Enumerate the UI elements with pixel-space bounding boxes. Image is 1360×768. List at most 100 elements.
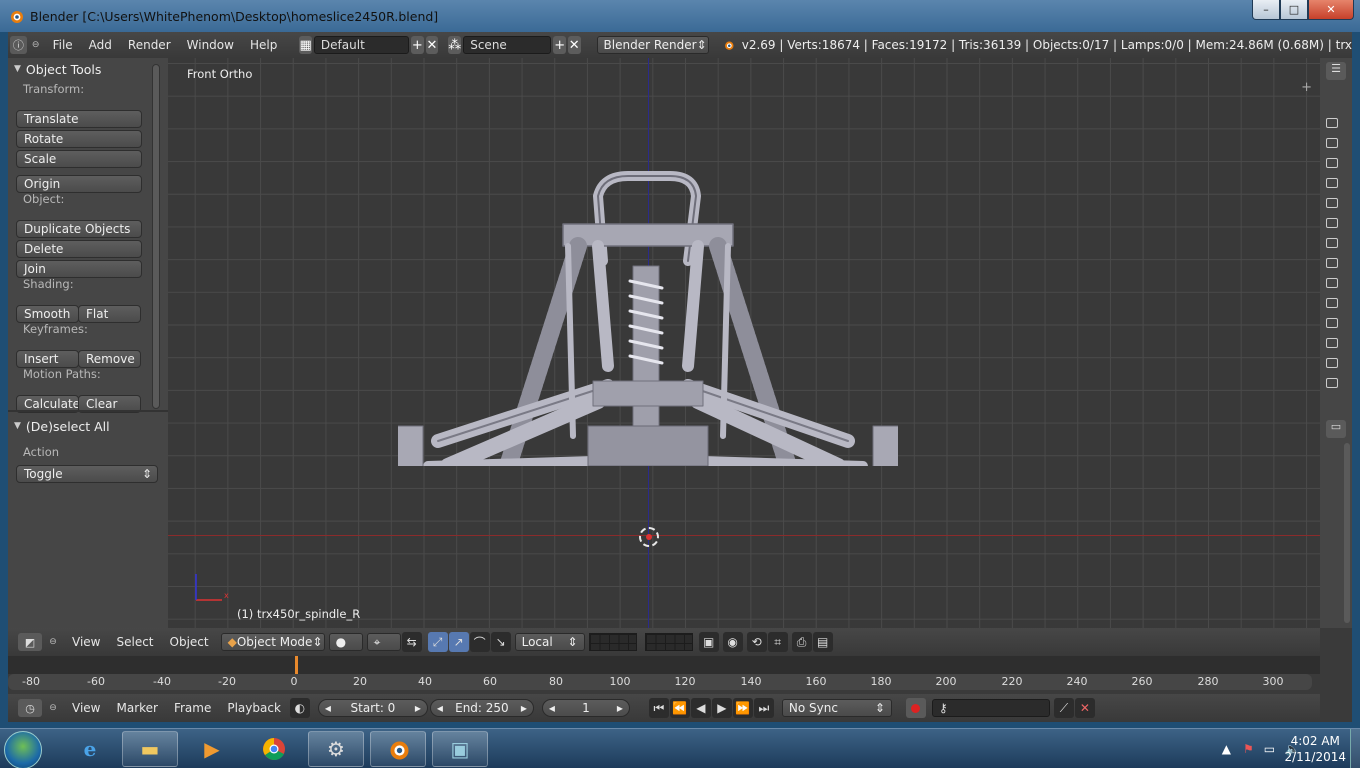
play-reverse-icon[interactable]: ◀ [690,698,711,718]
camera-icon[interactable] [1326,238,1338,248]
manipulator-toggle-icon[interactable]: ⇆ [401,632,422,652]
rotate-manipulator-icon[interactable]: ↗ [448,632,469,652]
header-collapse-icon[interactable]: ⊖ [46,703,60,713]
plus-icon[interactable]: + [1301,80,1312,95]
tool-shelf-scrollbar[interactable] [152,64,160,409]
menu-add[interactable]: Add [81,38,120,52]
menu-frame[interactable]: Frame [166,701,219,715]
start-button[interactable] [4,731,42,768]
timeline-editor[interactable]: -80 -60 -40 -20 0 20 40 60 80 100 120 14… [8,656,1320,694]
camera-icon[interactable] [1326,358,1338,368]
menu-file[interactable]: File [45,38,81,52]
menu-playback[interactable]: Playback [219,701,289,715]
camera-icon[interactable] [1326,338,1338,348]
current-frame-marker[interactable] [295,656,298,674]
auto-keying-button[interactable] [905,698,926,718]
atv-frame-model[interactable] [398,136,898,466]
operator-panel-header[interactable]: ▼ (De)select All [8,415,110,437]
camera-icon[interactable] [1326,298,1338,308]
object-tools-panel-header[interactable]: ▼ Object Tools [8,58,168,80]
insert-keyframe-icon[interactable]: ⟋ [1053,698,1074,718]
media-player-icon[interactable]: ▶ [184,731,240,767]
camera-icon[interactable] [1326,278,1338,288]
menu-object[interactable]: Object [162,635,217,649]
camera-icon[interactable] [1326,258,1338,268]
maximize-button[interactable]: □ [1280,0,1308,20]
render-anim-icon[interactable]: ▤ [812,632,833,652]
render-camera-icon[interactable]: ⎙ [791,632,812,652]
menu-help[interactable]: Help [242,38,285,52]
screen-layout-field[interactable]: Default [313,36,410,54]
viewport-shading-select[interactable]: ● [328,633,363,651]
delete-scene-button[interactable]: ✕ [567,36,581,54]
timeline-ruler[interactable]: -80 -60 -40 -20 0 20 40 60 80 100 120 14… [8,674,1312,690]
close-button[interactable]: ✕ [1308,0,1354,20]
snap-toggle-icon[interactable]: ⟲ [746,632,767,652]
duplicate-objects-button[interactable]: Duplicate Objects [16,220,142,238]
show-desktop-button[interactable] [1350,729,1360,768]
sync-mode-select[interactable]: No Sync ⇕ [781,699,892,717]
delete-keyframe-icon[interactable]: ✕ [1074,698,1095,718]
snap-element-icon[interactable]: ⌗ [767,632,788,652]
pivot-point-select[interactable]: ⌖ [366,633,401,651]
outliner-icon[interactable]: ☰ [1326,62,1346,80]
action-select[interactable]: Toggle ⇕ [16,465,158,483]
camera-icon[interactable] [1326,218,1338,228]
menu-view[interactable]: View [64,701,108,715]
internet-explorer-icon[interactable]: e [62,731,118,767]
layer-lock-icon[interactable]: ▣ [698,632,719,652]
rotate-arc-icon[interactable]: ⌒ [469,632,490,652]
mode-select[interactable]: ◆ Object Mode ⇕ [220,633,325,651]
add-layout-button[interactable]: + [411,36,424,54]
translate-button[interactable]: Translate [16,110,142,128]
3d-viewport[interactable]: Front Ortho + x (1) trx450r_spindle_R [168,58,1320,628]
scene-icon[interactable]: ⁂ [448,36,462,54]
camera-icon[interactable] [1326,178,1338,188]
jump-end-icon[interactable]: ⏭ [753,698,774,718]
keying-set-field[interactable]: ⚷ [931,699,1050,717]
render-engine-select[interactable]: Blender Render ⇕ [596,36,709,54]
file-explorer-icon[interactable]: ▬ [122,731,178,767]
minimize-button[interactable]: – [1252,0,1280,20]
screen-layout-icon[interactable]: ▦ [299,36,312,54]
properties-icon[interactable]: ▭ [1326,420,1346,438]
camera-icon[interactable] [1326,118,1338,128]
scene-layers-left[interactable] [588,633,637,651]
menu-render[interactable]: Render [120,38,179,52]
translate-manipulator-icon[interactable]: ⤢ [427,632,448,652]
editor-type-timeline-icon[interactable]: ◷ [18,699,42,717]
camera-icon[interactable] [1326,318,1338,328]
3d-cursor[interactable] [639,527,659,547]
delete-layout-button[interactable]: ✕ [425,36,439,54]
steam-icon[interactable]: ⚙ [308,731,364,767]
scene-layers-right[interactable] [644,633,693,651]
proportional-edit-icon[interactable]: ◉ [722,632,743,652]
start-frame-field[interactable]: ◂ Start: 0 ▸ [317,699,428,717]
delete-button[interactable]: Delete [16,240,142,258]
camera-icon[interactable] [1326,198,1338,208]
add-scene-button[interactable]: + [553,36,566,54]
transform-orientation-select[interactable]: Local ⇕ [514,633,585,651]
blender-taskbar-icon[interactable] [370,731,426,767]
menu-window[interactable]: Window [179,38,242,52]
chrome-icon[interactable] [246,731,302,767]
menu-marker[interactable]: Marker [108,701,165,715]
editor-type-info-icon[interactable]: ⓘ [10,36,27,54]
editor-type-3dview-icon[interactable]: ◩ [18,633,42,651]
preview-range-icon[interactable]: ◐ [289,698,310,718]
camera-icon[interactable] [1326,158,1338,168]
jump-start-icon[interactable]: ⏮ [648,698,669,718]
menu-select[interactable]: Select [108,635,161,649]
rotate-button[interactable]: Rotate [16,130,142,148]
scale-button[interactable]: Scale [16,150,142,168]
photo-viewer-icon[interactable]: ▣ [432,731,488,767]
scene-field[interactable]: Scene [463,36,552,54]
header-collapse-icon[interactable]: ⊖ [31,40,41,50]
taskbar-clock[interactable]: 4:02 AM 2/11/2014 [1284,733,1346,765]
jump-keyframe-back-icon[interactable]: ⏪ [669,698,690,718]
action-center-icon[interactable]: ⚑ [1243,742,1254,756]
scale-manipulator-icon[interactable]: ↘ [490,632,511,652]
network-icon[interactable]: ▭ [1264,742,1275,756]
header-collapse-icon[interactable]: ⊖ [46,637,60,647]
camera-icon[interactable] [1326,138,1338,148]
